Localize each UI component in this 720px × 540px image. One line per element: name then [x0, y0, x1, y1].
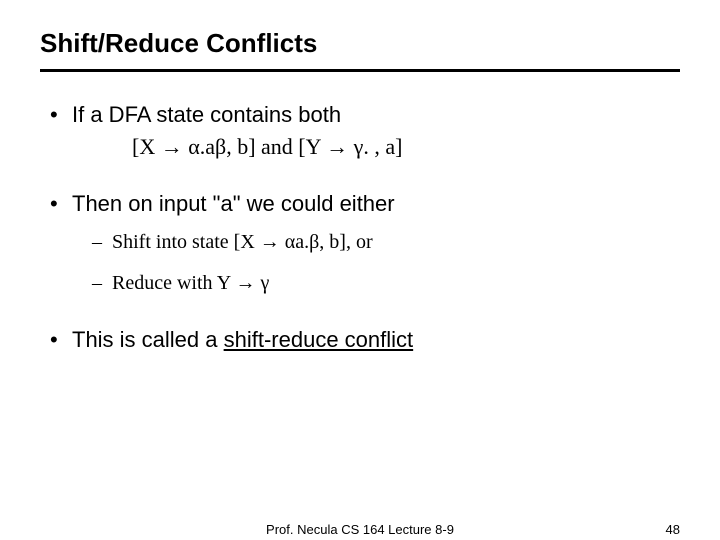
bullet-3: This is called a shift-reduce conflict [50, 325, 680, 355]
slide-body: If a DFA state contains both [X → α.aβ, … [40, 100, 680, 355]
bullet-1-lead: If a DFA state contains both [72, 102, 341, 127]
bullet-3-underline: shift-reduce conflict [224, 327, 414, 352]
bullet-2-sub-1: Shift into state [X → αa.β, b], or [92, 229, 680, 256]
footer-center: Prof. Necula CS 164 Lecture 8-9 [0, 522, 720, 537]
slide: Shift/Reduce Conflicts If a DFA state co… [0, 0, 720, 540]
bullet-2-sub-2: Reduce with Y → γ [92, 270, 680, 297]
slide-title: Shift/Reduce Conflicts [40, 28, 680, 72]
slide-number: 48 [666, 522, 680, 537]
bullet-1: If a DFA state contains both [X → α.aβ, … [50, 100, 680, 161]
bullet-1-items: [X → α.aβ, b] and [Y → γ. , a] [72, 132, 680, 162]
bullet-2: Then on input "a" we could either Shift … [50, 189, 680, 297]
bullet-3-pre: This is called a [72, 327, 224, 352]
bullet-2-lead: Then on input "a" we could either [72, 191, 395, 216]
